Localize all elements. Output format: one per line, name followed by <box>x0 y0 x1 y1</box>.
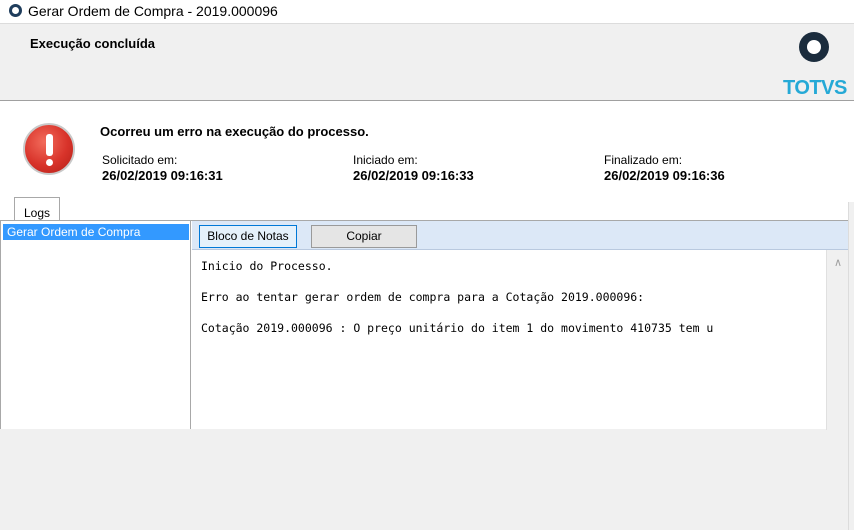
requested-label: Solicitado em: <box>102 153 178 167</box>
totvs-logo-icon <box>799 32 829 62</box>
header-title: Execução concluída <box>30 36 155 51</box>
scroll-up-icon[interactable]: ∧ <box>832 257 844 269</box>
window-border <box>848 202 854 530</box>
dialog-header: Execução concluída TOTVS <box>0 24 854 101</box>
finished-value: 26/02/2019 09:16:36 <box>604 168 725 183</box>
window-title: Gerar Ordem de Compra - 2019.000096 <box>28 3 278 19</box>
log-line: Inicio do Processo. <box>201 259 333 273</box>
requested-value: 26/02/2019 09:16:31 <box>102 168 223 183</box>
tab-logs[interactable]: Logs <box>14 197 60 221</box>
log-text-area[interactable]: Inicio do Processo. Erro ao tentar gerar… <box>192 250 826 429</box>
error-icon <box>23 123 75 175</box>
started-label: Iniciado em: <box>353 153 418 167</box>
log-line: Cotação 2019.000096 : O preço unitário d… <box>201 321 714 335</box>
log-line: Erro ao tentar gerar ordem de compra par… <box>201 290 645 304</box>
vertical-scrollbar[interactable]: ∧ <box>826 250 849 430</box>
error-message: Ocorreu um erro na execução do processo. <box>100 124 369 139</box>
dialog-body: Ocorreu um erro na execução do processo.… <box>0 101 854 530</box>
log-toolbar: Bloco de Notas Copiar <box>192 221 854 250</box>
notepad-button[interactable]: Bloco de Notas <box>199 225 297 248</box>
finished-label: Finalizado em: <box>604 153 683 167</box>
app-icon <box>9 4 22 17</box>
logo-text: TOTVS <box>783 77 847 99</box>
title-bar[interactable]: Gerar Ordem de Compra - 2019.000096 <box>0 0 854 24</box>
totvs-logo: TOTVS <box>783 32 847 99</box>
started-value: 26/02/2019 09:16:33 <box>353 168 474 183</box>
copy-button[interactable]: Copiar <box>311 225 417 248</box>
list-item[interactable]: Gerar Ordem de Compra <box>3 224 189 240</box>
log-list: Gerar Ordem de Compra <box>0 221 191 429</box>
